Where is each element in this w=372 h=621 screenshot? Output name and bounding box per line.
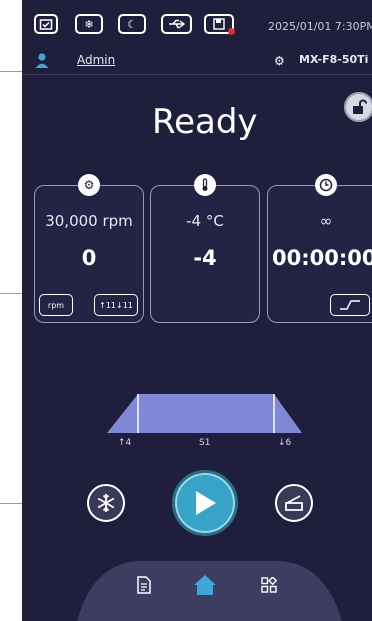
gear-icon: ⚙ bbox=[274, 54, 285, 68]
timer-mode-button[interactable] bbox=[330, 294, 370, 316]
fast-cool-button[interactable] bbox=[87, 484, 125, 522]
temperature-value: -4 bbox=[193, 246, 217, 270]
device-model: MX-F8-50Ti bbox=[299, 53, 369, 66]
clock-icon bbox=[315, 174, 337, 196]
snowflake-fan-icon bbox=[97, 494, 115, 512]
rpm-rcf-toggle-button[interactable]: rpm bbox=[39, 294, 73, 316]
timer-ramp-icon bbox=[340, 300, 360, 310]
temperature-setpoint: -4 °C bbox=[186, 212, 224, 230]
play-icon bbox=[196, 491, 216, 515]
snowflake-icon[interactable]: ❄ bbox=[75, 14, 103, 34]
timer-setpoint: ∞ bbox=[319, 212, 333, 230]
timer-card[interactable]: ∞ 00:00:00 bbox=[267, 174, 372, 323]
nav-apps-icon[interactable] bbox=[257, 573, 281, 597]
moon-icon[interactable]: ☾ bbox=[118, 14, 146, 34]
bottom-nav bbox=[22, 553, 372, 621]
device-screen: ❄ ☾ 2025/01/01 7:30PM Admin ⚙ MX-F8-50Ti… bbox=[22, 0, 372, 621]
accel-decel-button[interactable]: ↑11↓11 bbox=[94, 294, 138, 316]
speed-gear-icon: ⚙ bbox=[78, 174, 100, 196]
calendar-check-icon[interactable] bbox=[34, 14, 58, 34]
header-divider bbox=[22, 74, 372, 75]
open-lid-button[interactable] bbox=[275, 484, 313, 522]
status-bar: ❄ ☾ 2025/01/01 7:30PM bbox=[22, 0, 372, 44]
accel-decel-label: ↑11↓11 bbox=[99, 300, 133, 310]
unlock-icon bbox=[353, 99, 367, 114]
lid-icon bbox=[285, 495, 303, 511]
nav-document-icon[interactable] bbox=[132, 573, 156, 597]
datetime: 2025/01/01 7:30PM bbox=[268, 20, 372, 33]
thermometer-icon bbox=[194, 174, 216, 196]
rpm-label: rpm bbox=[47, 300, 65, 310]
user-icon[interactable] bbox=[34, 52, 50, 68]
speed-value: 0 bbox=[81, 246, 97, 270]
nav-home-icon[interactable] bbox=[193, 573, 217, 597]
accel-profile-label: ↑4 bbox=[118, 438, 132, 448]
timer-value: 00:00:00 bbox=[272, 246, 372, 270]
step-label: S1 bbox=[199, 438, 211, 448]
temperature-card[interactable]: -4 °C -4 bbox=[150, 174, 260, 323]
user-row: Admin ⚙ MX-F8-50Ti bbox=[22, 50, 372, 72]
lock-button[interactable] bbox=[344, 92, 372, 122]
save-icon[interactable] bbox=[204, 14, 235, 35]
status-text: Ready bbox=[152, 102, 258, 142]
speed-setpoint: 30,000 rpm bbox=[45, 212, 133, 230]
decel-profile-label: ↓6 bbox=[278, 438, 292, 448]
user-name[interactable]: Admin bbox=[77, 53, 115, 67]
usb-icon[interactable] bbox=[161, 14, 192, 34]
start-button[interactable] bbox=[172, 470, 238, 536]
speed-card[interactable]: ⚙ 30,000 rpm 0 rpm ↑11↓11 bbox=[34, 174, 144, 323]
